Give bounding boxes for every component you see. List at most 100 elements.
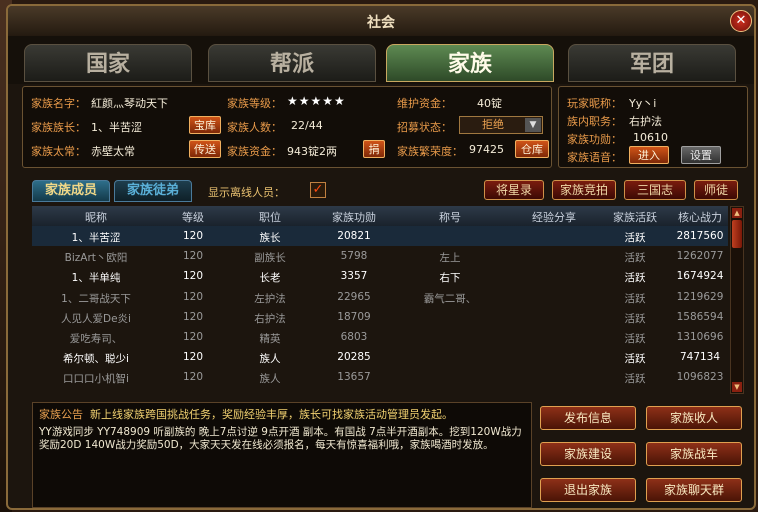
subtab-members[interactable]: 家族成员 <box>32 180 110 202</box>
family-info-panel: 家族名字： 紅颜灬琴动天下 家族族长： 1、半苦涩 宝库 家族太常： 赤壁太常 … <box>22 86 552 168</box>
table-row[interactable]: 爱吃寿司、 120 精英 6803 活跃 1310696 <box>32 327 728 347</box>
col-activity[interactable]: 家族活跃 <box>600 209 670 225</box>
cell-position: 族长 <box>259 232 281 244</box>
family-name-label: 家族名字： <box>31 97 86 110</box>
cell-level: 120 <box>182 230 204 242</box>
cell-power: 1674924 <box>676 270 724 283</box>
table-row[interactable]: 1、二哥战天下 120 左护法 22965 霸气二哥、 活跃 1219629 <box>32 287 728 307</box>
col-level[interactable]: 等级 <box>162 209 224 225</box>
cell-active: 活跃 <box>624 292 646 305</box>
cell-position: 右护法 <box>254 312 286 325</box>
cell-position: 族人 <box>259 353 281 366</box>
table-row[interactable]: 希尔顿、聪少i 120 族人 20285 活跃 747134 <box>32 347 728 367</box>
generals-record-button[interactable]: 将星录 <box>484 180 544 200</box>
main-tabs: 国家 帮派 家族 军团 <box>8 36 754 84</box>
cell-title: 左上 <box>439 252 461 265</box>
treasury-button[interactable]: 宝库 <box>189 116 221 134</box>
table-row[interactable]: 人见人爱De炎i 120 右护法 18709 活跃 1586594 <box>32 307 728 327</box>
prosperity-label: 家族繁荣度： <box>397 145 463 158</box>
col-exp-share[interactable]: 经验分享 <box>508 209 600 225</box>
cell-name: 爱吃寿司、 <box>69 332 123 345</box>
cell-merit: 3357 <box>340 270 368 283</box>
cell-name: 1、二哥战天下 <box>61 292 131 305</box>
col-power[interactable]: 核心战力 <box>672 209 728 225</box>
family-recruit-button[interactable]: 家族收人 <box>646 406 742 430</box>
player-role-value: 右护法 <box>629 115 662 128</box>
family-build-button[interactable]: 家族建设 <box>540 442 636 466</box>
voice-settings-button[interactable]: 设置 <box>681 146 721 164</box>
three-kingdoms-button[interactable]: 三国志 <box>624 180 686 200</box>
table-scrollbar[interactable]: ▲ ▼ <box>730 206 744 394</box>
transfer-button[interactable]: 传送 <box>189 140 221 158</box>
cell-merit: 20285 <box>337 351 371 364</box>
family-level-label: 家族等级： <box>227 97 282 110</box>
tab-family[interactable]: 家族 <box>386 44 554 82</box>
mentor-button[interactable]: 师徒 <box>694 180 738 200</box>
family-chat-group-button[interactable]: 家族聊天群 <box>646 478 742 502</box>
player-merit-label: 家族功勋： <box>567 133 622 146</box>
cell-level: 120 <box>182 330 204 343</box>
family-chariot-button[interactable]: 家族战车 <box>646 442 742 466</box>
cell-active: 活跃 <box>624 353 646 366</box>
cell-name: 希尔顿、聪少i <box>63 353 129 366</box>
cell-level: 120 <box>182 371 204 384</box>
cell-merit: 22965 <box>337 290 371 303</box>
col-position[interactable]: 职位 <box>228 209 312 225</box>
player-merit-value: 10610 <box>633 131 668 144</box>
show-offline-label: 显示离线人员： <box>208 186 285 199</box>
social-window: 社会 ✕ 国家 帮派 家族 军团 家族名字： 紅颜灬琴动天下 家族族长： 1、半… <box>6 4 756 510</box>
voice-enter-button[interactable]: 进入 <box>629 146 669 164</box>
scroll-down-icon[interactable]: ▼ <box>732 382 742 392</box>
col-title[interactable]: 称号 <box>396 209 504 225</box>
cell-name: 口口口小机智i <box>63 373 129 386</box>
cell-power: 1262077 <box>676 250 724 263</box>
cell-active: 活跃 <box>624 252 646 265</box>
donate-button[interactable]: 捐 <box>363 140 385 158</box>
family-name-value: 紅颜灬琴动天下 <box>91 97 168 110</box>
cell-active: 活跃 <box>624 332 646 345</box>
table-row[interactable]: 口口口小机智i 120 族人 13657 活跃 1096823 <box>32 367 728 387</box>
cell-active: 活跃 <box>624 312 646 325</box>
cell-position: 精英 <box>259 332 281 345</box>
subtab-apprentices[interactable]: 家族徒弟 <box>114 180 192 202</box>
cell-merit: 6803 <box>340 330 368 343</box>
publish-info-button[interactable]: 发布信息 <box>540 406 636 430</box>
notice-body: YY游戏同步 YY748909 听副族的 晚上7点讨逆 9点开酒 副本。有国战 … <box>39 426 522 451</box>
col-merit[interactable]: 家族功勋 <box>316 209 392 225</box>
scroll-thumb[interactable] <box>732 220 742 248</box>
player-role-label: 族内职务： <box>567 115 622 128</box>
cell-name: 1、半单纯 <box>71 272 121 285</box>
family-auction-button[interactable]: 家族竞拍 <box>552 180 616 200</box>
cell-position: 副族长 <box>254 252 286 265</box>
recruit-status-value: 拒绝 <box>482 118 504 131</box>
leave-family-button[interactable]: 退出家族 <box>540 478 636 502</box>
family-level-stars: ★★★★★ <box>287 94 346 108</box>
tab-legion[interactable]: 军团 <box>568 44 736 82</box>
show-offline-checkbox[interactable]: ✓ <box>310 182 326 198</box>
cell-merit: 20821 <box>337 230 371 242</box>
col-name[interactable]: 昵称 <box>32 209 160 225</box>
warehouse-button[interactable]: 仓库 <box>515 140 549 158</box>
cell-position: 左护法 <box>254 292 286 305</box>
tab-country[interactable]: 国家 <box>24 44 192 82</box>
cell-name: 1、半苦涩 <box>71 232 121 244</box>
scroll-up-icon[interactable]: ▲ <box>732 208 742 218</box>
tab-guild[interactable]: 帮派 <box>208 44 376 82</box>
cell-title: 右下 <box>439 272 461 285</box>
family-leader-value: 1、半苦涩 <box>91 121 142 134</box>
upkeep-value: 40锭 <box>477 97 502 110</box>
player-info-panel: 玩家昵称： Yy丶i 族内职务： 右护法 家族功勋： 10610 家族语音： 进… <box>558 86 748 168</box>
member-table-header: 昵称 等级 职位 家族功勋 称号 经验分享 家族活跃 核心战力 <box>32 206 728 227</box>
title-bar[interactable]: 社会 ✕ <box>8 6 754 37</box>
recruit-status-select[interactable]: 拒绝 ▼ <box>459 116 543 134</box>
table-row[interactable]: BizArt丶欧阳 120 副族长 5798 左上 活跃 1262077 <box>32 246 728 266</box>
cell-level: 120 <box>182 250 204 263</box>
close-icon[interactable]: ✕ <box>730 10 752 32</box>
cell-name: 人见人爱De炎i <box>61 312 131 325</box>
player-voice-label: 家族语音： <box>567 151 622 164</box>
table-row[interactable]: 1、半单纯 120 长老 3357 右下 活跃 1674924 <box>32 266 728 286</box>
table-row[interactable]: 1、半苦涩 120 族长 20821 活跃 2817560 <box>32 226 728 247</box>
cell-active: 活跃 <box>624 373 646 386</box>
cell-active: 活跃 <box>624 272 646 285</box>
chevron-down-icon[interactable]: ▼ <box>525 118 541 132</box>
